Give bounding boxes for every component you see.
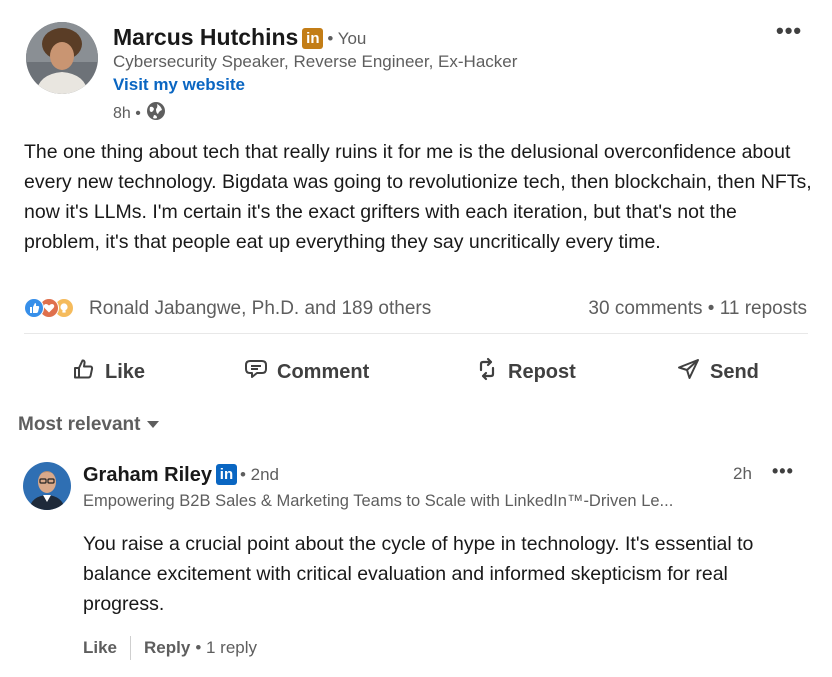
visit-website-link[interactable]: Visit my website: [113, 75, 245, 95]
post-more-options-icon[interactable]: •••: [776, 18, 802, 44]
post-meta: 8h •: [113, 101, 166, 126]
post-text: The one thing about tech that really rui…: [24, 141, 812, 253]
author-headline: Cybersecurity Speaker, Reverse Engineer,…: [113, 52, 518, 71]
connection-degree: • You: [327, 29, 367, 48]
commenter-connection-degree: • 2nd: [239, 465, 279, 484]
post-time: 8h •: [113, 104, 141, 122]
comment-label: Comment: [277, 360, 370, 383]
thumbs-up-icon: [72, 357, 96, 387]
sort-label: Most relevant: [18, 414, 141, 435]
comment-text: You raise a crucial point about the cycl…: [83, 533, 754, 615]
comment-like-button[interactable]: Like: [83, 638, 117, 658]
comments-count[interactable]: 30 comments: [588, 298, 702, 319]
comment-time: 2h: [733, 464, 752, 483]
author-name-text: Marcus Hutchins: [113, 24, 299, 50]
commenter-avatar[interactable]: [23, 462, 71, 510]
reposts-count[interactable]: 11 reposts: [720, 298, 807, 319]
commenter-name[interactable]: Graham Riley in • 2nd: [83, 464, 279, 487]
comment-bubble-icon: [244, 357, 268, 387]
like-icon: [24, 298, 44, 318]
reply-count[interactable]: • 1 reply: [195, 638, 257, 658]
send-label: Send: [710, 360, 759, 383]
linkedin-premium-icon: in: [302, 28, 324, 49]
send-button[interactable]: Send: [677, 356, 759, 388]
repost-label: Repost: [508, 360, 576, 383]
counts-separator: •: [707, 298, 715, 319]
comment-sort-dropdown[interactable]: Most relevant: [18, 414, 160, 436]
comment-actions: Like Reply • 1 reply: [83, 636, 257, 660]
globe-icon: [146, 101, 166, 126]
social-counts: 30 comments • 11 reposts: [588, 298, 807, 320]
commenter-headline: Empowering B2B Sales & Marketing Teams t…: [83, 492, 674, 510]
repost-button[interactable]: Repost: [475, 356, 576, 388]
like-button[interactable]: Like: [72, 356, 145, 388]
caret-down-icon: [146, 414, 160, 436]
feed-post: Marcus Hutchins in • You Cybersecurity Spe…: [0, 0, 832, 677]
comment-more-options-icon[interactable]: •••: [772, 461, 794, 482]
divider: [24, 333, 808, 334]
repost-arrows-icon: [475, 357, 499, 387]
like-label: Like: [105, 360, 146, 383]
comment-reply-button[interactable]: Reply: [144, 638, 190, 658]
comment-actions-divider: [130, 636, 132, 660]
author-avatar[interactable]: [26, 22, 98, 94]
reaction-icons[interactable]: [24, 298, 74, 318]
send-paper-plane-icon: [677, 357, 701, 387]
author-name[interactable]: Marcus Hutchins in • You: [113, 24, 366, 51]
reactions-summary[interactable]: Ronald Jabangwe, Ph.D. and 189 others: [89, 298, 431, 320]
linkedin-icon: in: [215, 464, 237, 485]
comment-button[interactable]: Comment: [244, 356, 369, 388]
commenter-name-text: Graham Riley: [83, 464, 212, 486]
